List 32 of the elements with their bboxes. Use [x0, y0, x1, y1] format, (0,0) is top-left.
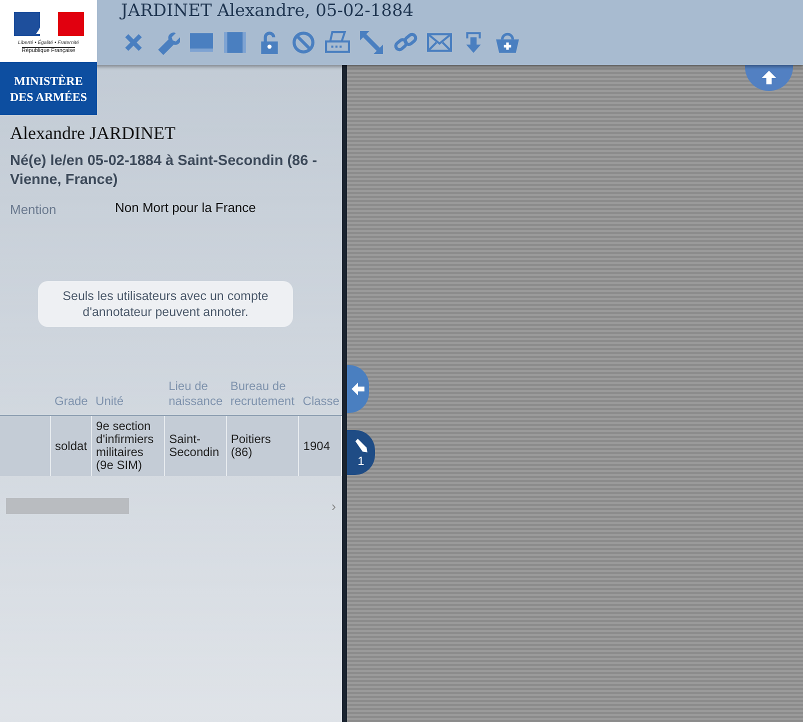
printer-icon[interactable] — [325, 30, 350, 55]
annotation-notice: Seuls les utilisateurs avec un compte d'annotateur peuvent annoter. — [38, 281, 293, 327]
wrench-icon[interactable] — [155, 30, 180, 55]
person-name: Alexandre JARDINET — [10, 123, 176, 144]
ministry-name: MINISTÈRE — [14, 72, 83, 88]
table-cell: Poitiers (86) — [226, 416, 299, 476]
table-cell — [0, 416, 50, 476]
block-icon[interactable] — [291, 30, 316, 55]
up-arrow-icon — [760, 69, 778, 87]
horizontal-scrollbar[interactable]: › — [0, 498, 342, 514]
mention-value: Non Mort pour la France — [115, 200, 256, 217]
scroll-right-arrow[interactable]: › — [331, 498, 336, 514]
table-cell: 1904 — [298, 416, 342, 476]
vertical-layout-icon[interactable] — [223, 30, 248, 55]
table-cell: soldat — [50, 416, 92, 476]
resize-arrow-icon[interactable] — [359, 30, 384, 55]
scroll-top-button[interactable] — [745, 65, 793, 91]
mention-label: Mention — [10, 202, 58, 217]
page-title: JARDINET Alexandre, 05-02-1884 — [121, 1, 415, 21]
mail-icon[interactable] — [427, 30, 452, 55]
ministry-name: DES ARMÉES — [10, 88, 88, 104]
collapse-panel-tab[interactable] — [347, 365, 369, 413]
horizontal-layout-icon[interactable] — [189, 30, 214, 55]
table-cell: 9e section d'infirmiers militaires (9e SIM) — [92, 416, 165, 476]
left-arrow-icon — [350, 381, 366, 397]
birth-info: Né(e) le/en 05-02-1884 à Saint-Secondin (86 - Vienne, France) — [10, 152, 318, 190]
marianne-flag-icon — [14, 12, 84, 36]
basket-plus-icon[interactable] — [495, 30, 520, 55]
table-cell: Saint-Secondin — [164, 416, 226, 476]
annotation-tab[interactable]: 1 — [347, 430, 375, 475]
pencil-icon — [353, 438, 369, 454]
scrollbar-thumb[interactable] — [6, 498, 129, 514]
